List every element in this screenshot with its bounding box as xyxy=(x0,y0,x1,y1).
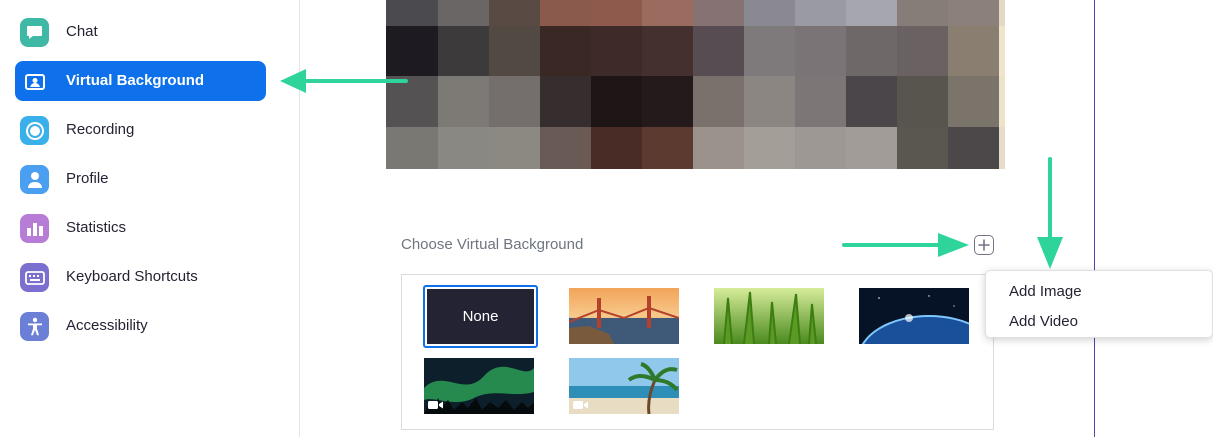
golden-gate-image xyxy=(569,288,679,344)
menu-item-add-image[interactable]: Add Image xyxy=(1009,283,1082,300)
menu-item-add-video[interactable]: Add Video xyxy=(1009,313,1078,330)
sidebar-item-chat[interactable]: Chat xyxy=(15,12,266,52)
video-camera-icon xyxy=(428,400,444,410)
annotation-arrow-left xyxy=(280,69,408,93)
sidebar-item-keyboard-shortcuts[interactable]: Keyboard Shortcuts xyxy=(15,257,266,297)
add-background-button[interactable] xyxy=(974,235,994,255)
window-border xyxy=(1094,0,1095,437)
earth-space-image xyxy=(859,288,969,344)
profile-icon xyxy=(20,165,49,194)
statistics-icon xyxy=(20,214,49,243)
background-grass[interactable] xyxy=(714,288,824,344)
background-beach[interactable] xyxy=(569,358,679,414)
sidebar-item-virtual-background[interactable]: Virtual Background xyxy=(15,61,266,101)
sidebar-item-profile[interactable]: Profile xyxy=(15,159,266,199)
background-earth-space[interactable] xyxy=(859,288,969,344)
background-none[interactable]: None xyxy=(423,285,538,348)
add-background-menu: Add Image Add Video xyxy=(985,270,1213,338)
choose-background-label: Choose Virtual Background xyxy=(401,236,584,253)
camera-preview xyxy=(386,0,1005,169)
virtual-background-icon xyxy=(20,67,49,96)
background-aurora[interactable] xyxy=(424,358,534,414)
sidebar-item-statistics[interactable]: Statistics xyxy=(15,208,266,248)
annotation-arrow-down xyxy=(1037,157,1063,269)
sidebar-item-accessibility[interactable]: Accessibility xyxy=(15,306,266,346)
recording-icon xyxy=(20,116,49,145)
sidebar-item-label: Profile xyxy=(66,170,109,187)
background-gallery: None xyxy=(401,274,994,430)
accessibility-icon xyxy=(20,312,49,341)
plus-icon xyxy=(978,239,990,251)
sidebar-item-label: Virtual Background xyxy=(66,72,205,89)
sidebar-item-label: Keyboard Shortcuts xyxy=(66,268,198,285)
background-golden-gate[interactable] xyxy=(569,288,679,344)
annotation-arrow-right xyxy=(842,233,969,257)
video-camera-icon xyxy=(573,400,589,410)
background-none-label: None xyxy=(427,289,534,344)
sidebar-item-label: Statistics xyxy=(66,219,127,236)
grass-image xyxy=(714,288,824,344)
settings-sidebar: Chat Virtual Background Recording Profil… xyxy=(0,0,300,437)
virtual-background-panel: Choose Virtual Background None xyxy=(301,0,1213,437)
keyboard-icon xyxy=(20,263,49,292)
sidebar-item-label: Recording xyxy=(66,121,135,138)
sidebar-item-label: Accessibility xyxy=(66,317,148,334)
chat-icon xyxy=(20,18,49,47)
sidebar-item-recording[interactable]: Recording xyxy=(15,110,266,150)
sidebar-item-label: Chat xyxy=(66,23,98,40)
